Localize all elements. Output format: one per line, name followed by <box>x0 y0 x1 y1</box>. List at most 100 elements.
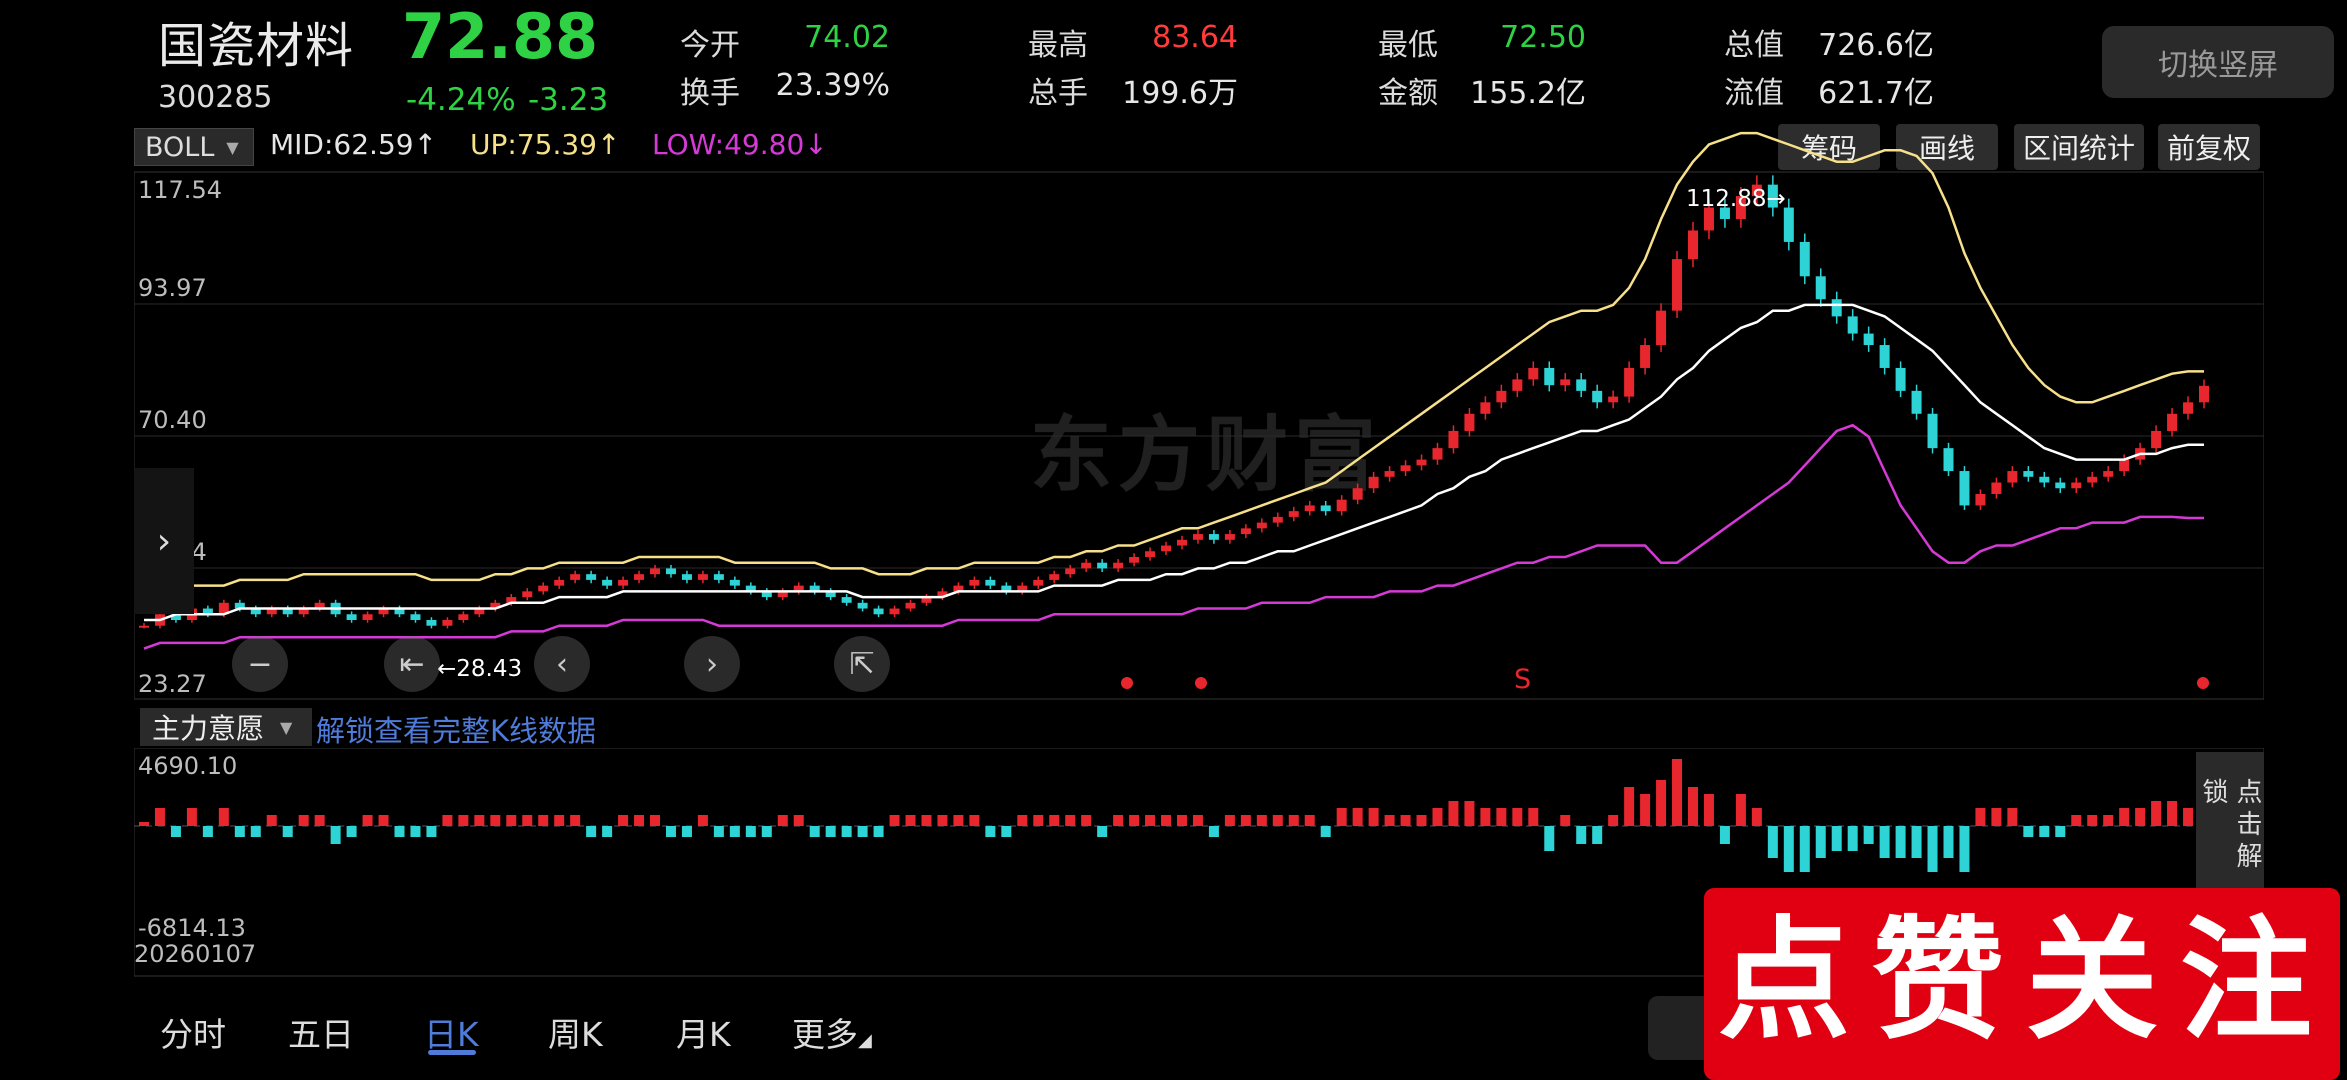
sub-indicator-bar <box>1129 815 1140 826</box>
sub-indicator-select[interactable]: 主力意愿 ▼ <box>140 708 312 746</box>
candle-body <box>1272 516 1283 523</box>
sell-signal-label: S <box>1514 664 1532 695</box>
kline-chart[interactable] <box>134 118 2264 703</box>
candle-body <box>1416 459 1427 466</box>
sub-indicator-bar <box>218 808 229 826</box>
candle-body <box>1863 333 1874 346</box>
sub-indicator-bar <box>1384 815 1395 826</box>
promo-banner[interactable]: 点赞关注 <box>1704 888 2340 1080</box>
expand-panel-button[interactable]: › <box>134 468 194 614</box>
candle-body <box>1911 390 1922 414</box>
candle-body <box>1400 465 1411 472</box>
candle-body <box>2023 471 2034 477</box>
tab-five-day[interactable]: 五日 <box>288 1008 354 1056</box>
sub-indicator-bar <box>2055 826 2066 837</box>
sub-indicator-bar <box>2071 815 2082 826</box>
candle-body <box>1065 568 1076 575</box>
sub-indicator-bar <box>1081 815 1092 826</box>
candle-body <box>905 602 916 609</box>
shrink-button[interactable]: ⇤ <box>384 636 440 692</box>
tab-selected-indicator <box>428 1050 476 1055</box>
max-price-label: 112.88→ <box>1686 186 1786 212</box>
zoom-out-button[interactable]: − <box>232 636 288 692</box>
minus-icon: − <box>247 646 273 682</box>
chart-grid <box>134 171 2264 700</box>
chevron-right-icon: › <box>706 646 718 682</box>
tab-intraday[interactable]: 分时 <box>160 1008 226 1056</box>
stat-open-value: 74.02 <box>804 20 890 55</box>
stat-amount-label: 金额 <box>1378 76 1438 111</box>
sub-indicator-bar <box>697 815 708 826</box>
sub-indicator-bars <box>139 759 2209 872</box>
candle-body <box>1033 579 1044 586</box>
candle-body <box>1799 241 1810 277</box>
promo-text: 点赞关注 <box>1718 904 2334 1058</box>
candle-body <box>1320 505 1331 512</box>
sub-axis-top: 4690.10 <box>138 752 238 780</box>
sub-indicator-bar <box>825 826 836 837</box>
sub-indicator-bar <box>2023 826 2034 837</box>
candle-body <box>1927 413 1938 449</box>
sub-indicator-bar <box>1863 826 1874 844</box>
tab-more[interactable]: 更多◢ <box>792 1008 872 1056</box>
sub-indicator-bar <box>1161 815 1172 826</box>
sub-indicator-bar <box>330 826 341 844</box>
sub-indicator-bar <box>1480 808 1491 826</box>
candle-body <box>2151 430 2162 449</box>
sub-indicator-bar <box>1608 815 1619 826</box>
sub-indicator-bar <box>889 815 900 826</box>
sub-indicator-bar <box>490 815 501 826</box>
sub-indicator-bar <box>1352 808 1363 826</box>
sub-indicator-bar <box>250 826 261 837</box>
candle-body <box>1336 499 1347 512</box>
sub-indicator-bar <box>602 826 613 837</box>
candle-body <box>554 579 565 586</box>
sub-indicator-bar <box>1336 808 1347 826</box>
price-axis-label: 117.54 <box>138 176 222 204</box>
candle-body <box>1592 390 1603 403</box>
stat-float-cap-value: 621.7亿 <box>1818 76 1934 111</box>
scroll-left-button[interactable]: ‹ <box>534 636 590 692</box>
sub-indicator-bar <box>282 826 293 837</box>
unlock-kline-link[interactable]: 解锁查看完整K线数据 <box>316 708 596 750</box>
tab-monthly-k[interactable]: 月K <box>676 1008 731 1056</box>
sub-indicator-bar <box>1703 794 1714 826</box>
sub-indicator-bar <box>314 815 325 826</box>
candle-body <box>1991 482 2002 494</box>
sub-indicator-bar <box>1240 815 1251 826</box>
candle-body <box>602 579 613 586</box>
sub-indicator-bar <box>1320 826 1331 837</box>
candle-body <box>841 597 852 603</box>
price-axis-label: 23.27 <box>138 670 207 698</box>
sub-indicator-bar <box>298 815 309 826</box>
candle-body <box>346 614 357 620</box>
candle-body <box>2103 471 2114 477</box>
candle-body <box>1288 511 1299 517</box>
candle-body <box>665 568 676 575</box>
stat-float-cap-label: 流值 <box>1724 76 1784 111</box>
candle-body <box>889 608 900 615</box>
reset-position-button[interactable]: ⇱ <box>834 636 890 692</box>
sub-indicator-bar <box>1927 826 1938 872</box>
tab-weekly-k[interactable]: 周K <box>548 1008 603 1056</box>
sub-indicator-bar <box>809 826 820 837</box>
candle-body <box>1240 528 1251 535</box>
sub-indicator-bar <box>1288 815 1299 826</box>
sub-indicator-bar <box>905 815 916 826</box>
candle-body <box>1640 345 1651 368</box>
candle-body <box>1224 534 1235 540</box>
scroll-right-button[interactable]: › <box>684 636 740 692</box>
sub-indicator-bar <box>1256 815 1267 826</box>
candle-body <box>1496 390 1507 403</box>
tab-daily-k[interactable]: 日K <box>424 1008 479 1056</box>
sub-indicator-bar <box>650 815 661 826</box>
switch-portrait-button[interactable]: 切换竖屏 <box>2102 26 2334 98</box>
stat-amount-value: 155.2亿 <box>1470 76 1586 111</box>
sub-indicator-bar <box>618 815 629 826</box>
stat-turnover-value: 23.39% <box>775 68 890 103</box>
candle-body <box>1975 493 1986 506</box>
sub-indicator-bar <box>1799 826 1810 872</box>
sub-indicator-bar <box>1687 787 1698 826</box>
candle-body <box>1368 476 1379 489</box>
click-unlock-button[interactable]: 点击解锁 <box>2196 752 2264 898</box>
